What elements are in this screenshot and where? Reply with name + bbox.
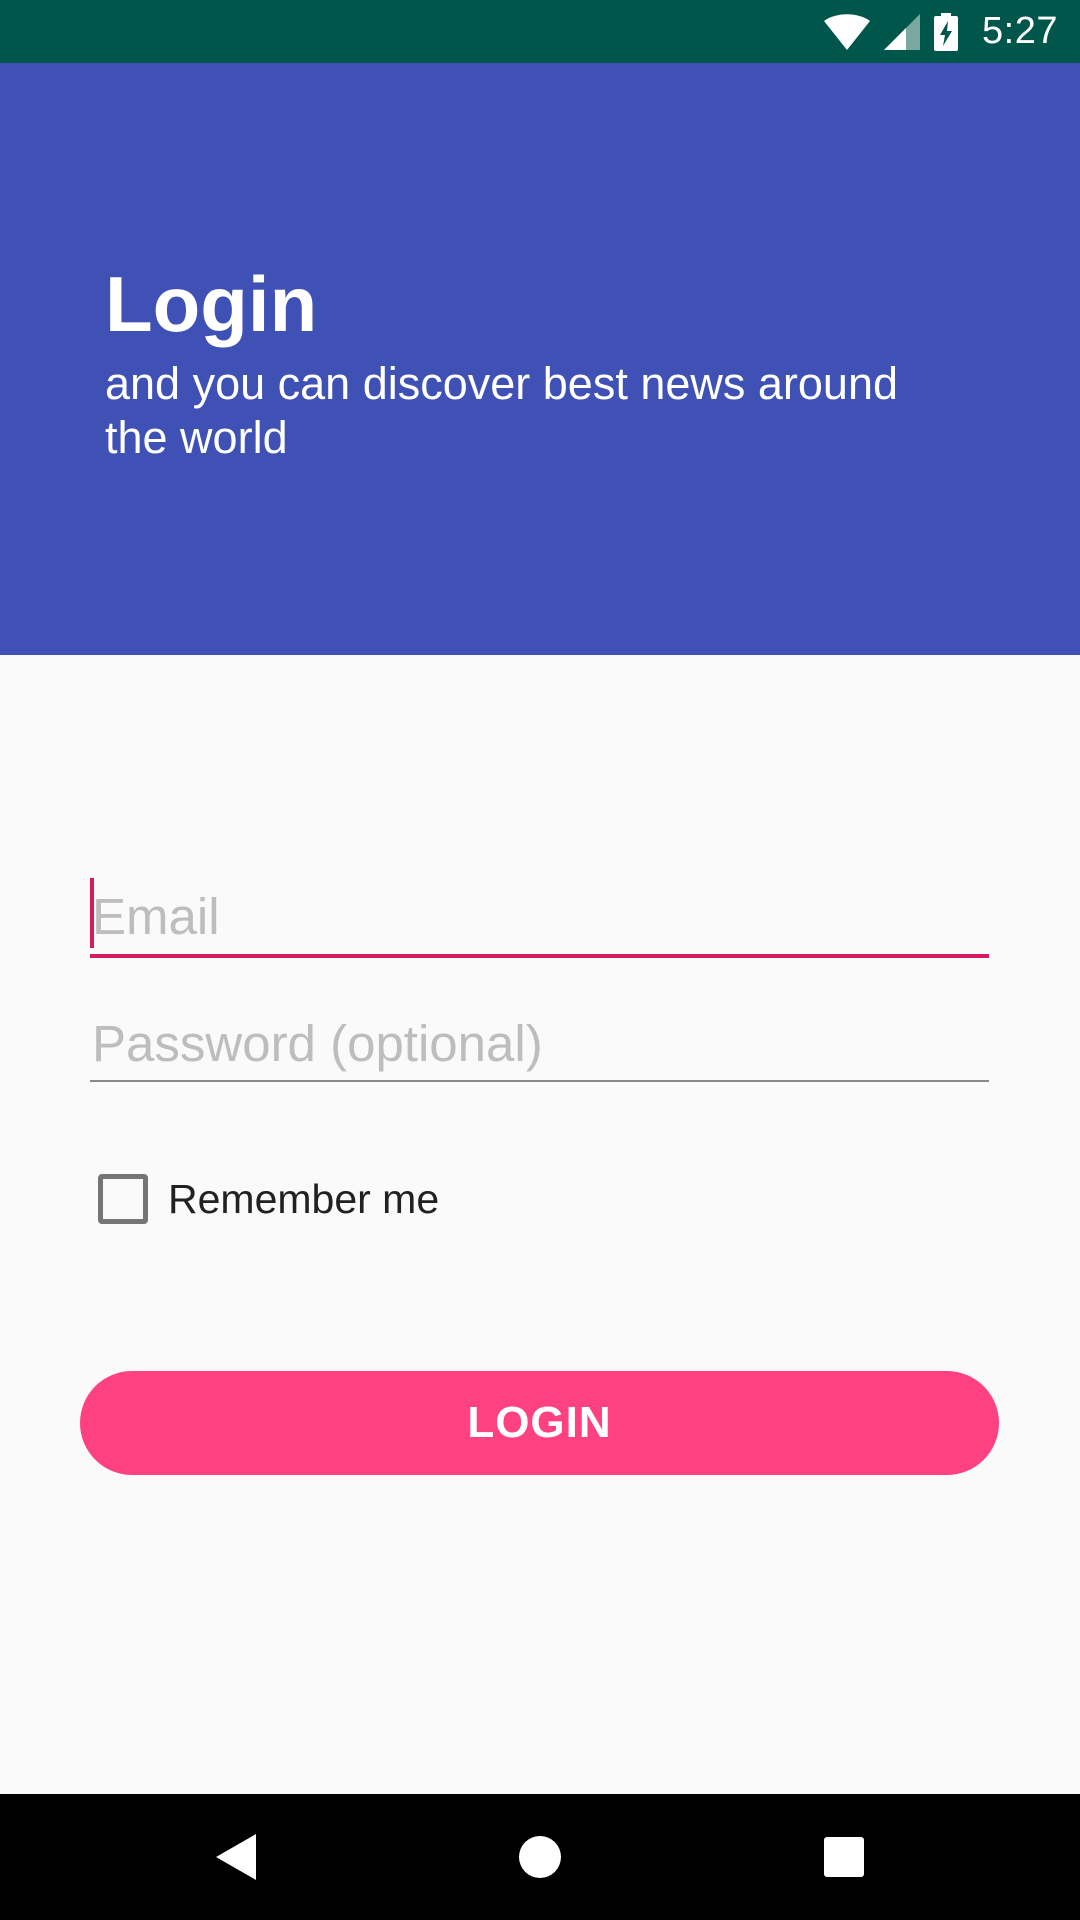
email-field[interactable] bbox=[90, 878, 989, 958]
password-field[interactable] bbox=[90, 1006, 989, 1082]
navigation-bar bbox=[0, 1794, 1080, 1920]
home-icon bbox=[519, 1836, 561, 1878]
battery-charging-icon bbox=[934, 12, 959, 51]
recents-button[interactable] bbox=[784, 1794, 904, 1920]
text-cursor bbox=[90, 878, 94, 948]
page-subtitle: and you can discover best news around th… bbox=[105, 358, 898, 463]
cell-signal-icon bbox=[884, 13, 921, 50]
home-button[interactable] bbox=[480, 1794, 600, 1920]
remember-me-label: Remember me bbox=[168, 1175, 440, 1222]
email-field-wrapper bbox=[90, 878, 989, 958]
remember-me-checkbox[interactable]: Remember me bbox=[98, 1174, 439, 1224]
clock: 5:27 bbox=[982, 10, 1058, 52]
header-banner: Login and you can discover best news aro… bbox=[0, 63, 1080, 655]
login-button[interactable]: LOGIN bbox=[80, 1371, 999, 1475]
status-bar: 5:27 bbox=[0, 0, 1080, 63]
checkbox-icon[interactable] bbox=[98, 1174, 148, 1224]
recents-icon bbox=[824, 1837, 864, 1877]
status-icons: 5:27 bbox=[824, 0, 1058, 63]
back-button[interactable] bbox=[176, 1794, 296, 1920]
page-title: Login bbox=[105, 260, 318, 348]
back-icon bbox=[216, 1834, 256, 1880]
password-field-wrapper bbox=[90, 1006, 989, 1082]
wifi-icon bbox=[824, 13, 871, 50]
